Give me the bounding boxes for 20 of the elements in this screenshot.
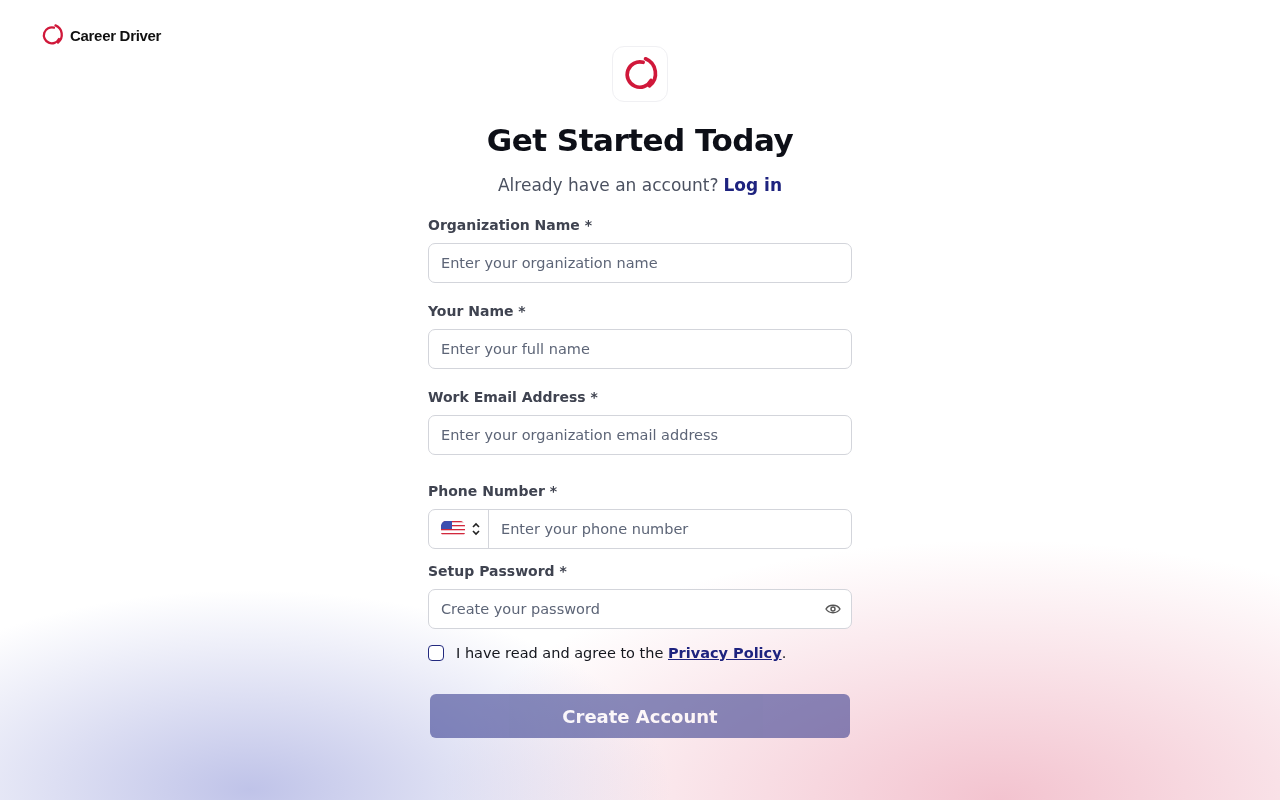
field-label: Your Name * bbox=[428, 303, 527, 319]
privacy-policy-link[interactable]: Privacy Policy bbox=[668, 645, 782, 661]
field-label: Work Email Address * bbox=[428, 389, 599, 405]
page-title: Get Started Today bbox=[486, 122, 794, 158]
phone-field[interactable]: Enter your phone number bbox=[428, 509, 852, 549]
field-label: Organization Name * bbox=[428, 217, 594, 233]
brand-name: Career Driver bbox=[70, 26, 162, 44]
logo-icon bbox=[40, 23, 64, 47]
login-link[interactable]: Log in bbox=[723, 175, 783, 195]
login-prompt: Already have an account? bbox=[497, 175, 719, 195]
chevron-updown-icon bbox=[471, 522, 481, 536]
field-label: Setup Password * bbox=[428, 563, 568, 579]
input-field[interactable]: Enter your full name bbox=[428, 329, 852, 369]
input-field[interactable]: Enter your organization name bbox=[428, 243, 852, 283]
field-label: Phone Number * bbox=[428, 483, 559, 499]
input-field[interactable]: Enter your organization email address bbox=[428, 415, 852, 455]
checkbox[interactable] bbox=[428, 645, 444, 661]
flag-icon bbox=[441, 521, 465, 537]
phone-input[interactable]: Enter your phone number bbox=[489, 510, 851, 548]
consent-text: I have read and agree to the Privacy Policy. bbox=[456, 645, 787, 661]
